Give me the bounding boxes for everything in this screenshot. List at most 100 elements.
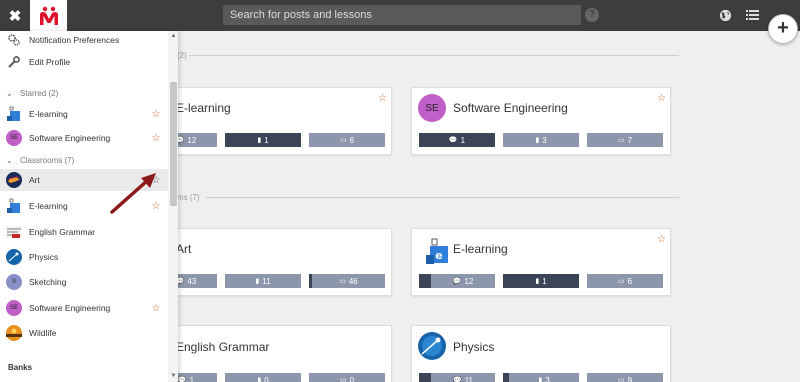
section-header: Starred (2) <box>20 88 59 98</box>
members-stat[interactable]: ▭ 6 <box>309 133 385 147</box>
sidebar-item-label: Wildlife <box>29 328 57 338</box>
star-icon[interactable]: ☆ <box>378 93 387 104</box>
app-logo[interactable] <box>30 0 67 31</box>
starred-section-label: (2) <box>177 51 187 60</box>
classroom-card[interactable]: E-learning ☆ 💬 12 ▮ 1 ▭ 6 <box>155 87 392 155</box>
members-count: 7 <box>627 135 633 145</box>
card-title: Art <box>176 242 192 256</box>
lessons-stat[interactable]: ▮ 0 <box>225 373 301 382</box>
card-title: Physics <box>453 340 495 354</box>
lessons-stat[interactable]: ▮ 1 <box>225 133 301 147</box>
se-avatar: SE <box>6 300 22 316</box>
card-title: E-learning <box>176 101 231 115</box>
se-avatar: SE <box>6 130 22 146</box>
sketching-avatar: S <box>6 274 22 290</box>
star-icon[interactable]: ☆ <box>657 234 666 245</box>
posts-count: 1 <box>460 135 466 145</box>
wrench-icon <box>6 54 22 70</box>
sidebar-item-edit-profile[interactable]: Edit Profile <box>0 51 168 73</box>
star-icon[interactable]: ☆ <box>149 303 163 314</box>
star-icon[interactable]: ☆ <box>149 201 163 212</box>
lessons-stat[interactable]: ▮ 1 <box>503 274 579 288</box>
elearning-icon <box>6 198 22 214</box>
members-stat[interactable]: ▭ 0 <box>309 373 385 382</box>
top-bar: ✖ Search for posts and lessons ? <box>0 0 800 31</box>
scrollbar-thumb[interactable] <box>170 82 177 206</box>
lessons-stat[interactable]: ▮ 3 <box>503 133 579 147</box>
sidebar-item-physics[interactable]: Physics <box>0 246 168 268</box>
sidebar-item-label: E-learning <box>29 109 68 119</box>
sidebar-item-english-grammar[interactable]: English Grammar <box>0 221 168 243</box>
classroom-card[interactable]: SE Software Engineering ☆ 💬 1 ▮ 3 ▭ 7 <box>411 87 671 155</box>
svg-text:e: e <box>435 249 442 262</box>
members-stat[interactable]: ▭ 6 <box>587 274 663 288</box>
members-stat[interactable]: ▭ 46 <box>309 274 385 288</box>
posts-stat[interactable]: 💬 1 <box>419 133 495 147</box>
screen-icon: ▭ <box>339 278 346 285</box>
comment-icon: 💬 <box>448 137 458 144</box>
sidebar-item-sketching[interactable]: S Sketching <box>0 271 168 293</box>
posts-count: 12 <box>187 135 197 145</box>
members-stat[interactable]: ▭ 7 <box>587 133 663 147</box>
chevron-down-icon: ⌄ <box>6 88 13 98</box>
members-count: 6 <box>627 276 633 286</box>
logo-icon <box>39 6 58 25</box>
scroll-down-arrow[interactable]: ▼ <box>170 373 177 379</box>
screen-icon: ▭ <box>617 137 625 144</box>
search-input[interactable]: Search for posts and lessons <box>223 5 581 25</box>
sidebar-item-elearning[interactable]: E-learning ☆ <box>0 195 168 217</box>
star-icon[interactable]: ☆ <box>657 93 666 104</box>
classroom-card[interactable]: Art 💬 43 ▮ 11 ▭ 46 <box>155 228 392 296</box>
lessons-count: 0 <box>264 375 269 382</box>
sidebar-item-label: Edit Profile <box>29 57 71 67</box>
lessons-count: 1 <box>264 135 269 145</box>
lessons-count: 3 <box>542 135 547 145</box>
sidebar-item-wildlife[interactable]: Wildlife <box>0 322 168 344</box>
members-stat[interactable]: ▭ 9 <box>587 373 663 382</box>
posts-count: 11 <box>464 375 474 382</box>
posts-stat[interactable]: 💬 12 <box>419 274 495 288</box>
sidebar-item-art[interactable]: Art ☆ <box>0 169 168 191</box>
add-button[interactable]: + <box>768 14 798 44</box>
sidebar-item-label: Art <box>29 175 40 185</box>
book-icon: ▮ <box>257 137 262 144</box>
sidebar-item-starred-software-engineering[interactable]: SE Software Engineering ☆ <box>0 127 168 149</box>
list-view-icon[interactable] <box>746 9 759 21</box>
posts-stat[interactable]: 💬 11 <box>419 373 495 382</box>
star-icon[interactable]: ☆ <box>149 133 163 144</box>
star-icon[interactable]: ☆ <box>149 175 163 186</box>
lessons-count: 1 <box>542 276 547 286</box>
members-count: 6 <box>349 135 355 145</box>
section-header: Classrooms (7) <box>20 155 75 165</box>
classroom-card[interactable]: e E-learning ☆ 💬 12 ▮ 1 ▭ 6 <box>411 228 671 296</box>
members-count: 9 <box>627 375 633 382</box>
help-icon[interactable]: ? <box>585 8 599 22</box>
sidebar-item-starred-elearning[interactable]: E-learning ☆ <box>0 103 168 125</box>
star-icon[interactable]: ☆ <box>149 109 163 120</box>
comment-icon: 💬 <box>177 377 187 382</box>
sidebar-item-notification-preferences[interactable]: Notification Preferences <box>0 29 168 51</box>
chevron-down-icon: ⌄ <box>6 155 13 165</box>
book-icon: ▮ <box>255 278 260 285</box>
scroll-up-arrow[interactable]: ▲ <box>170 33 177 39</box>
starred-section-toggle[interactable]: ⌄ Starred (2) <box>0 86 168 100</box>
book-icon: ▮ <box>535 137 540 144</box>
close-button[interactable]: ✖ <box>0 0 30 31</box>
classrooms-section-toggle[interactable]: ⌄ Classrooms (7) <box>0 153 168 167</box>
sidebar-item-software-engineering[interactable]: SE Software Engineering ☆ <box>0 297 168 319</box>
classroom-card[interactable]: English Grammar 💬 1 ▮ 0 ▭ 0 <box>155 325 392 382</box>
grammar-thumbnail <box>6 224 22 240</box>
classroom-card[interactable]: Physics 💬 11 ▮ 3 ▭ 9 <box>411 325 671 382</box>
lessons-stat[interactable]: ▮ 11 <box>225 274 301 288</box>
elearning-icon <box>6 106 22 122</box>
comment-icon: 💬 <box>452 377 462 382</box>
posts-count: 12 <box>464 276 474 286</box>
book-icon: ▮ <box>257 377 262 382</box>
lessons-stat[interactable]: ▮ 3 <box>503 373 579 382</box>
globe-icon[interactable] <box>719 9 732 22</box>
book-icon: ▮ <box>535 278 540 285</box>
classrooms-section-label: ms (7) <box>177 193 200 202</box>
wildlife-thumbnail <box>6 325 22 341</box>
sidebar-item-label: Sketching <box>29 277 67 287</box>
members-count: 46 <box>348 276 358 286</box>
